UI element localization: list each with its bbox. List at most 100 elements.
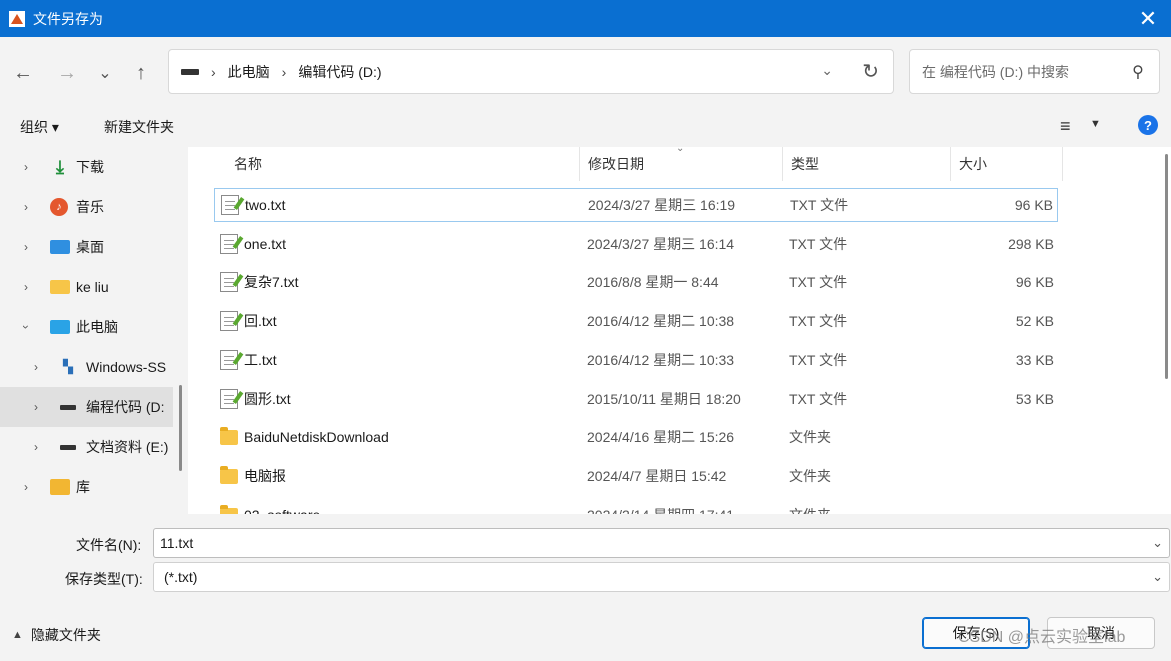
hide-folders-label: 隐藏文件夹	[30, 627, 101, 643]
file-modified-date: 2015/10/11 星期日 18:20	[587, 390, 741, 407]
file-row[interactable]: 复杂7.txt 2016/8/8 星期一 8:44 TXT 文件 96 KB	[214, 265, 1058, 299]
expand-chevron-icon[interactable]: ›	[24, 480, 28, 494]
expand-chevron-icon[interactable]: ›	[24, 160, 28, 174]
file-list-scrollbar[interactable]	[1165, 154, 1168, 379]
file-row[interactable]: one.txt 2024/3/27 星期三 16:14 TXT 文件 298 KB	[214, 227, 1058, 261]
expand-chevron-icon[interactable]: ›	[34, 400, 38, 414]
collapse-chevron-icon[interactable]: ›	[19, 325, 33, 329]
sidebar-item-label: Windows-SS	[86, 359, 167, 375]
file-name: 回.txt	[244, 313, 277, 330]
filetype-select[interactable]: (*.txt) ⌄	[153, 562, 1170, 592]
sidebar-scrollbar[interactable]	[179, 385, 182, 471]
sidebar-item-drive-e[interactable]: › 文档资料 (E:)	[0, 427, 173, 467]
breadcrumb-separator: ›	[281, 63, 287, 80]
computer-icon	[50, 320, 70, 334]
hide-folders-toggle[interactable]: ▲ 隐藏文件夹	[12, 625, 101, 645]
search-box[interactable]: 在 编程代码 (D:) 中搜索 ⚲	[909, 49, 1160, 94]
search-input[interactable]: 在 编程代码 (D:) 中搜索	[922, 62, 1123, 82]
file-modified-date: 2016/4/12 星期二 10:38	[587, 313, 735, 330]
sidebar-item-label: 编程代码 (D:	[86, 399, 165, 415]
file-size: 96 KB	[1014, 197, 1053, 213]
filename-value[interactable]: 11.txt	[160, 535, 193, 551]
library-icon	[50, 479, 70, 495]
filetype-dropdown-chevron-icon[interactable]: ⌄	[1152, 569, 1163, 585]
file-modified-date: 2016/8/8 星期一 8:44	[587, 274, 719, 291]
column-header-size[interactable]: 大小	[950, 147, 1062, 181]
breadcrumb-drive-d[interactable]: 编辑代码 (D:)	[298, 62, 381, 82]
breadcrumb-separator: ›	[211, 63, 216, 80]
sidebar-item-windows-drive[interactable]: › ▚ Windows-SS	[0, 347, 173, 387]
filetype-value: (*.txt)	[164, 569, 198, 585]
drive-icon	[181, 68, 199, 75]
column-header-type[interactable]: 类型	[782, 147, 950, 181]
file-row[interactable]: BaiduNetdiskDownload 2024/4/16 星期二 15:26 文…	[214, 420, 1058, 454]
recent-locations-chevron-icon[interactable]: ⌄	[91, 59, 119, 87]
refresh-icon[interactable]: ↻	[862, 59, 879, 84]
file-type: TXT 文件	[789, 274, 848, 291]
column-divider	[1062, 147, 1063, 181]
expand-chevron-icon[interactable]: ›	[34, 440, 38, 454]
file-row[interactable]: 电脑报 2024/4/7 星期日 15:42 文件夹	[214, 459, 1058, 493]
filename-field[interactable]: 11.txt ⌄	[153, 528, 1170, 558]
sidebar-item-music[interactable]: › ♪ 音乐	[0, 187, 173, 227]
file-row[interactable]: 回.txt 2016/4/12 星期二 10:38 TXT 文件 52 KB	[214, 304, 1058, 338]
filename-label: 文件名(N):	[76, 537, 142, 553]
column-header-name[interactable]: 名称	[226, 147, 579, 181]
view-dropdown-chevron-icon[interactable]: ▼	[1090, 118, 1101, 130]
sidebar-item-downloads[interactable]: › ⤓ 下载	[0, 147, 173, 187]
file-name: 工.txt	[244, 351, 277, 368]
file-size: 96 KB	[1015, 274, 1054, 291]
expand-chevron-icon[interactable]: ›	[34, 360, 38, 374]
close-icon[interactable]: ✕	[1125, 0, 1171, 37]
music-icon: ♪	[50, 198, 68, 216]
file-modified-date: 2024/2/14 星期四 17:41	[587, 505, 734, 514]
file-type: 文件夹	[789, 505, 831, 514]
title-bar: 文件另存为 ✕	[0, 0, 1171, 37]
file-row[interactable]: 圆形.txt 2015/10/11 星期日 18:20 TXT 文件 53 KB	[214, 382, 1058, 416]
desktop-icon	[50, 240, 70, 254]
search-icon[interactable]: ⚲	[1123, 62, 1153, 82]
file-type: TXT 文件	[789, 351, 848, 368]
text-file-icon	[221, 195, 239, 215]
windows-drive-icon: ▚	[63, 359, 73, 374]
file-row[interactable]: 工.txt 2016/4/12 星期二 10:33 TXT 文件 33 KB	[214, 343, 1058, 377]
chevron-up-icon: ▲	[12, 629, 23, 641]
back-arrow-icon[interactable]: ←	[9, 59, 37, 87]
view-options-icon[interactable]: ≡	[1060, 116, 1071, 137]
breadcrumb-this-pc[interactable]: 此电脑	[228, 62, 270, 82]
file-name: 02_software	[244, 507, 320, 514]
address-bar[interactable]: › 此电脑 › 编辑代码 (D:) ⌄ ↻	[168, 49, 894, 94]
new-folder-button[interactable]: 新建文件夹	[104, 117, 174, 137]
sidebar-item-ke-liu[interactable]: › ke liu	[0, 267, 173, 307]
folder-icon	[50, 280, 70, 294]
expand-chevron-icon[interactable]: ›	[24, 280, 28, 294]
file-modified-date: 2024/4/7 星期日 15:42	[587, 467, 727, 484]
sidebar-item-drive-d[interactable]: › 编程代码 (D:	[0, 387, 173, 427]
help-icon[interactable]: ?	[1138, 115, 1158, 135]
sidebar-item-label: 此电脑	[76, 319, 118, 335]
file-modified-date: 2024/4/16 星期二 15:26	[587, 429, 735, 446]
file-list: 名称 修改日期 ⌄ 类型 大小 two.txt 2024/3/27 星期三 16:…	[188, 147, 1171, 514]
text-file-icon	[220, 349, 238, 370]
text-file-icon	[220, 233, 238, 254]
drive-icon	[58, 399, 78, 415]
up-arrow-icon[interactable]: ↑	[127, 59, 155, 87]
file-name: 电脑报	[244, 467, 286, 484]
expand-chevron-icon[interactable]: ›	[24, 200, 28, 214]
forward-arrow-icon[interactable]: →	[53, 59, 81, 87]
file-modified-date: 2016/4/12 星期二 10:33	[587, 351, 735, 368]
sidebar-item-library[interactable]: › 库	[0, 467, 173, 507]
file-name: one.txt	[244, 235, 287, 252]
file-row[interactable]: two.txt 2024/3/27 星期三 16:19 TXT 文件 96 KB	[214, 188, 1058, 222]
sidebar-item-label: 文档资料 (E:)	[86, 439, 169, 455]
expand-chevron-icon[interactable]: ›	[24, 240, 28, 254]
file-type: TXT 文件	[789, 313, 848, 330]
organize-menu-button[interactable]: 组织 ▾	[20, 117, 59, 137]
sidebar-item-desktop[interactable]: › 桌面	[0, 227, 173, 267]
file-modified-date: 2024/3/27 星期三 16:19	[588, 197, 736, 213]
filename-dropdown-chevron-icon[interactable]: ⌄	[1152, 535, 1163, 551]
sidebar-item-this-pc[interactable]: › 此电脑	[0, 307, 173, 347]
file-row[interactable]: 02_software 2024/2/14 星期四 17:41 文件夹	[214, 498, 1058, 514]
text-file-icon	[220, 388, 238, 409]
address-dropdown-chevron-icon[interactable]: ⌄	[821, 62, 833, 79]
